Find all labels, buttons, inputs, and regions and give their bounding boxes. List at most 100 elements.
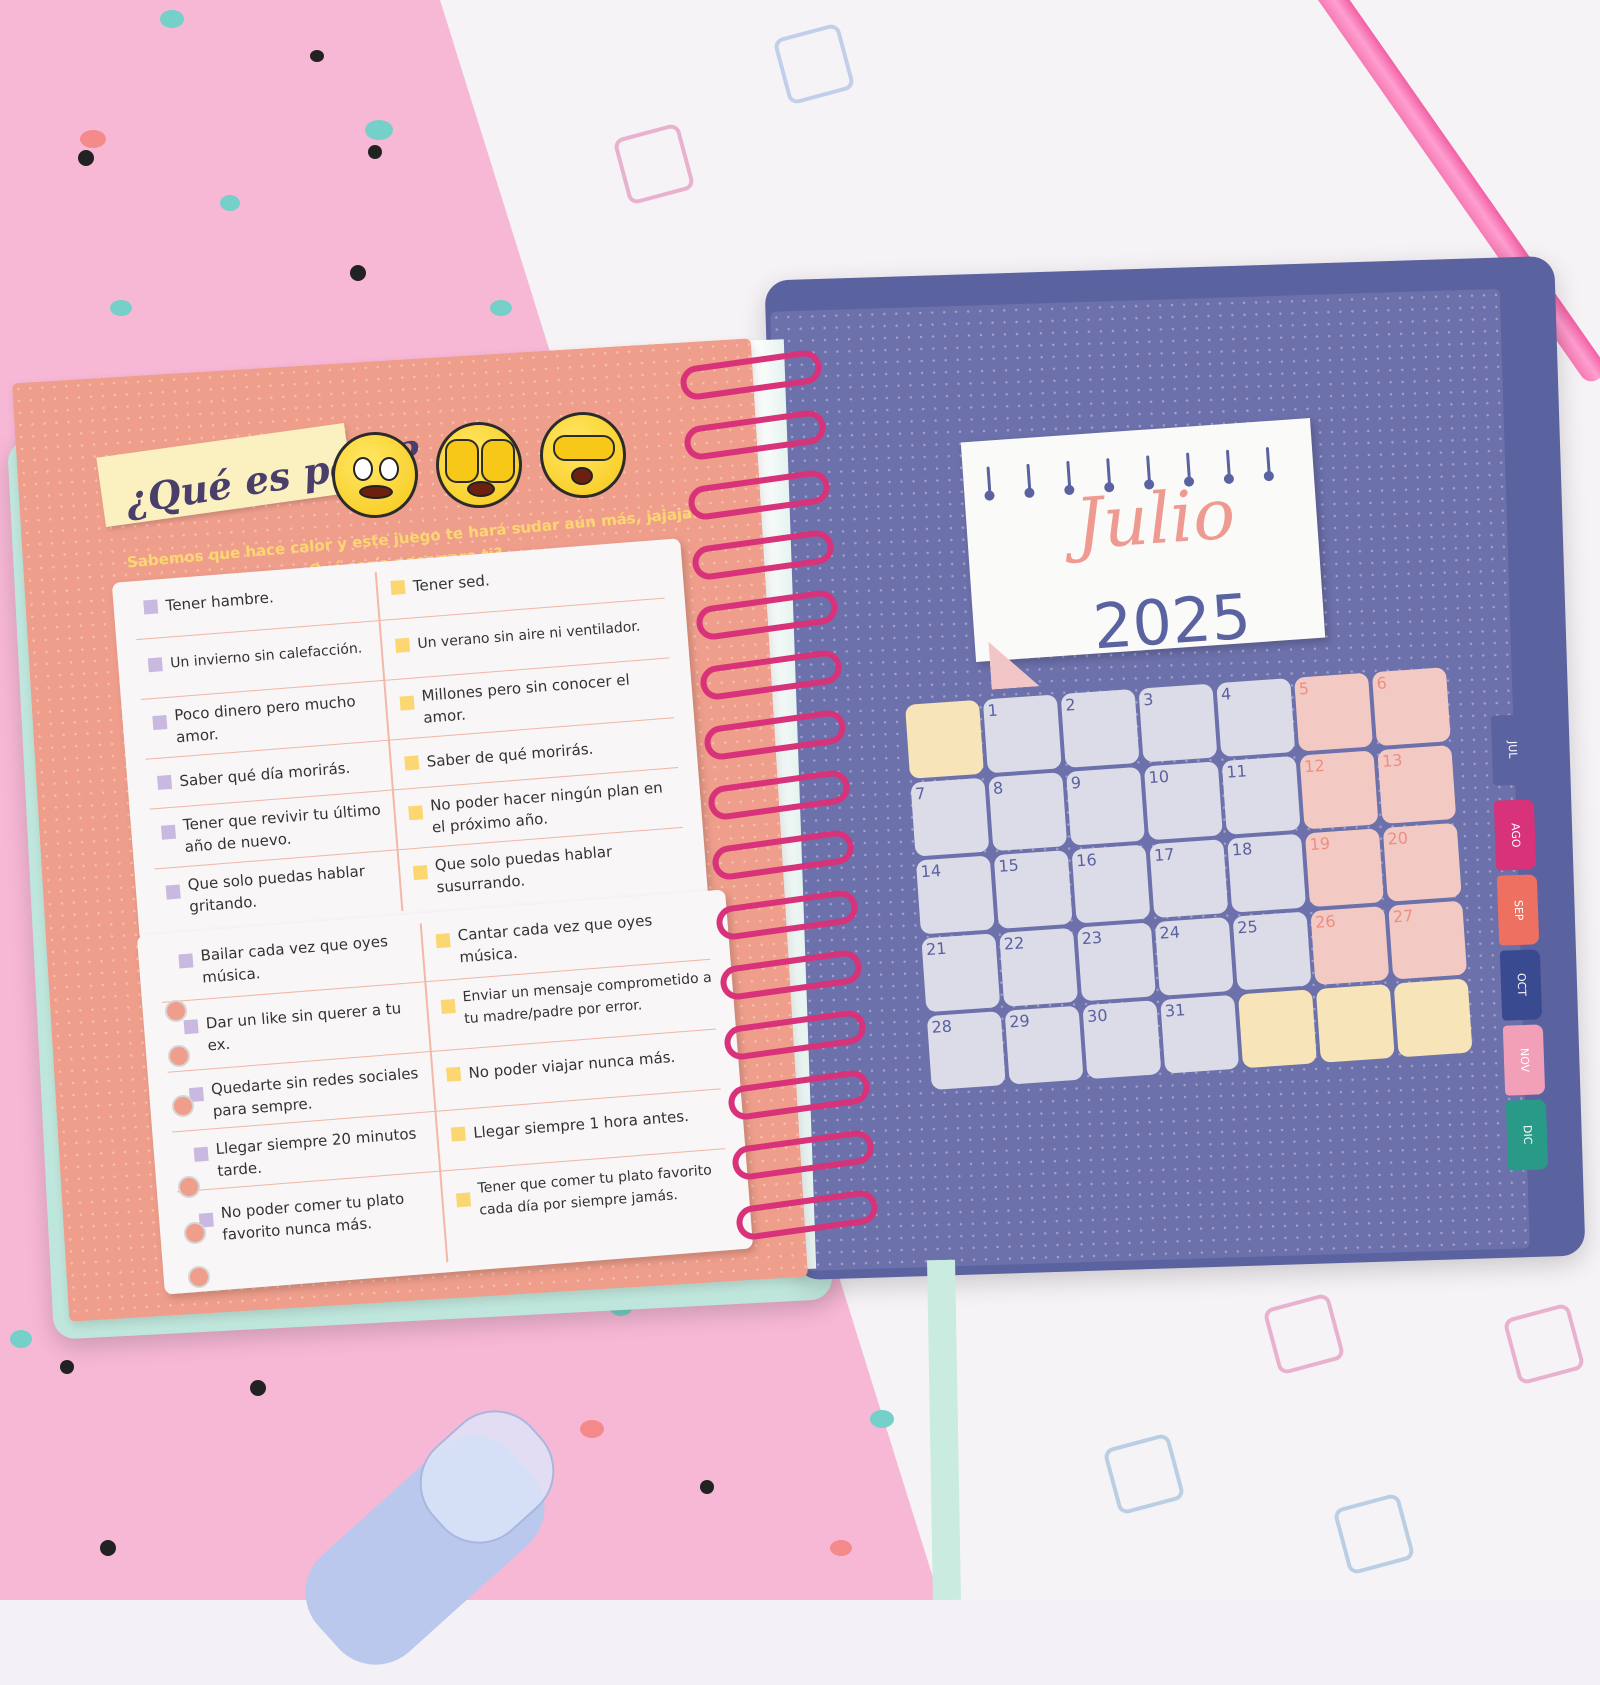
option-checkbox[interactable] (435, 933, 451, 949)
calendar-day-cell[interactable]: 4 (1216, 678, 1296, 758)
option-checkbox[interactable] (165, 884, 181, 900)
calendar-day-number: 12 (1303, 755, 1326, 777)
confetti-spot (490, 300, 512, 316)
confetti-spot (700, 1480, 714, 1494)
dizzy-emoji-icon (332, 432, 418, 518)
calendar-day-cell[interactable]: 11 (1221, 755, 1301, 835)
option-left-10: Llegar siempre 20 minutos tarde. (215, 1124, 417, 1181)
calendar-day-cell[interactable]: 15 (993, 850, 1073, 929)
option-checkbox[interactable] (147, 657, 163, 673)
calendar-day-cell[interactable]: 25 (1232, 911, 1312, 991)
calendar-day-cell[interactable]: 6 (1371, 667, 1451, 747)
option-checkbox[interactable] (157, 774, 173, 790)
punch-hole (184, 1222, 206, 1244)
calendar-day-number: 7 (914, 783, 927, 804)
option-checkbox[interactable] (412, 865, 428, 881)
calendar-day-cell[interactable]: 21 (921, 933, 1001, 1013)
calendar-day-cell[interactable]: 27 (1388, 900, 1468, 980)
calendar-day-number: 1 (986, 700, 999, 721)
calendar-day-cell[interactable]: 3 (1138, 683, 1218, 763)
option-checkbox[interactable] (143, 599, 159, 615)
tab-oct[interactable]: OCT (1499, 949, 1543, 1021)
calendar-day-cell[interactable]: 19 (1304, 828, 1384, 908)
calendar-day-cell[interactable]: 24 (1154, 916, 1234, 996)
spiral-wire (1026, 463, 1032, 490)
calendar-day-cell[interactable]: 18 (1227, 833, 1307, 913)
tab-sep[interactable]: SEP (1496, 874, 1540, 946)
tab-ago[interactable]: AGO (1493, 799, 1537, 871)
option-right-3: Millones pero sin conocer el amor. (420, 670, 631, 727)
option-checkbox[interactable] (404, 755, 420, 771)
spiral-wire (986, 466, 992, 493)
calendar-day-number: 29 (1008, 1011, 1031, 1032)
calendar-day-cell[interactable]: 30 (1082, 1000, 1162, 1080)
tab-nov[interactable]: NOV (1502, 1024, 1546, 1096)
calendar-day-cell[interactable]: 7 (910, 777, 990, 857)
calendar-day-cell[interactable]: 5 (1294, 672, 1374, 752)
confetti-spot (110, 300, 132, 316)
option-checkbox[interactable] (455, 1192, 472, 1208)
calendar-day-cell[interactable] (905, 699, 984, 779)
option-checkbox[interactable] (399, 695, 415, 711)
punch-hole (168, 1045, 190, 1067)
calendar-day-number: 17 (1153, 844, 1176, 865)
confetti-spot (160, 10, 184, 28)
calendar-day-cell[interactable] (1315, 983, 1395, 1063)
calendar-day-cell[interactable]: 29 (1004, 1005, 1084, 1085)
calendar-day-number: 18 (1231, 839, 1253, 860)
confetti-spot (350, 265, 366, 281)
calendar-day-cell[interactable]: 2 (1060, 688, 1140, 768)
calendar-day-cell[interactable] (1238, 989, 1317, 1069)
calendar-day-number: 22 (1003, 933, 1025, 954)
option-checkbox[interactable] (446, 1066, 462, 1082)
calendar-day-cell[interactable]: 10 (1143, 761, 1223, 841)
calendar-day-cell[interactable]: 17 (1149, 839, 1229, 919)
calendar-day-number: 15 (997, 855, 1020, 876)
tab-jul[interactable]: JUL (1490, 714, 1534, 786)
calendar-day-cell[interactable]: 16 (1071, 844, 1151, 924)
punch-hole (188, 1266, 210, 1288)
option-checkbox[interactable] (408, 805, 424, 821)
option-left-11: No poder comer tu plato favorito nunca m… (220, 1189, 405, 1244)
calendar-day-cell[interactable]: 1 (982, 694, 1062, 774)
calendar-day-cell[interactable] (1393, 978, 1473, 1058)
quiz-card-1: Tener hambre. Un invierno sin calefacció… (111, 538, 709, 942)
calendar-day-number: 8 (992, 778, 1004, 799)
option-left-3: Poco dinero pero mucho amor. (173, 692, 357, 747)
option-checkbox[interactable] (390, 579, 406, 595)
option-checkbox[interactable] (152, 715, 168, 731)
calendar-day-number: 9 (1070, 772, 1082, 793)
tab-dic[interactable]: DIC (1505, 1099, 1549, 1171)
calendar-day-cell[interactable]: 22 (999, 927, 1079, 1007)
calendar-day-cell[interactable]: 12 (1299, 750, 1379, 830)
option-right-2: Un verano sin aire ni ventilador. (416, 618, 641, 653)
calendar-day-number: 23 (1081, 927, 1103, 949)
confetti-spot (100, 1540, 116, 1556)
calendar-day-number: 5 (1298, 678, 1310, 699)
calendar-day-cell[interactable]: 31 (1160, 994, 1240, 1074)
calendar-day-cell[interactable]: 8 (988, 772, 1068, 852)
calendar-day-number: 4 (1220, 684, 1232, 704)
option-checkbox[interactable] (440, 998, 456, 1015)
calendar-day-cell[interactable]: 9 (1066, 766, 1146, 846)
option-checkbox[interactable] (193, 1146, 209, 1162)
calendar-day-number: 19 (1309, 833, 1331, 855)
calendar-day-cell[interactable]: 23 (1076, 922, 1156, 1002)
calendar-day-number: 11 (1225, 761, 1248, 782)
option-right-7: Cantar cada vez que oyes música. (457, 911, 653, 967)
calendar-day-cell[interactable]: 28 (926, 1011, 1006, 1091)
option-checkbox[interactable] (160, 824, 177, 840)
calendar-day-number: 26 (1314, 911, 1337, 932)
option-checkbox[interactable] (450, 1126, 466, 1142)
option-checkbox[interactable] (178, 953, 194, 969)
confetti-spot (250, 1380, 266, 1396)
calendar-day-cell[interactable]: 14 (915, 855, 995, 935)
calendar-day-number: 30 (1086, 1005, 1109, 1027)
calendar-day-cell[interactable]: 20 (1382, 822, 1462, 902)
calendar-day-cell[interactable]: 26 (1310, 906, 1390, 986)
calendar-day-cell[interactable]: 13 (1377, 745, 1457, 824)
confetti-spot (830, 1540, 852, 1556)
option-right-4: Saber de qué morirás. (426, 739, 594, 771)
option-checkbox[interactable] (395, 637, 411, 653)
option-checkbox[interactable] (183, 1019, 199, 1035)
